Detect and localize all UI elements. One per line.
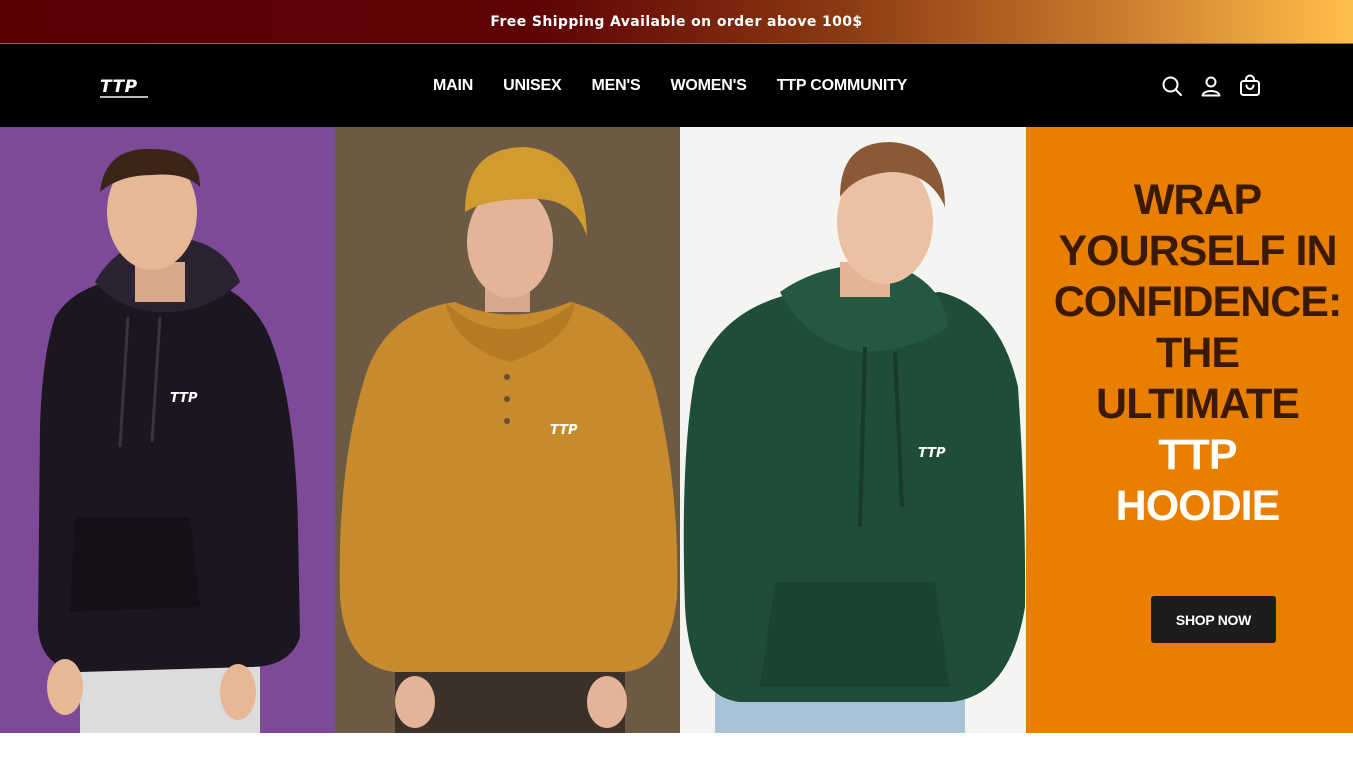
headline-line-5: ULTIMATE: [1096, 380, 1300, 428]
shop-now-button[interactable]: SHOP NOW: [1151, 596, 1276, 643]
hoodie-print-2: TTP: [550, 423, 578, 438]
header-actions: [1160, 74, 1262, 98]
headline-highlight-1: TTP: [1158, 431, 1237, 479]
hoodie-print-1: TTP: [170, 391, 198, 406]
nav-mens[interactable]: MEN'S: [591, 77, 640, 95]
account-icon[interactable]: [1199, 74, 1223, 98]
cart-icon[interactable]: [1238, 74, 1262, 98]
search-icon[interactable]: [1160, 74, 1184, 98]
hero-image-green-hoodie: TTP: [680, 127, 1026, 733]
headline-line-3: CONFIDENCE:: [1053, 278, 1343, 326]
hero-headline: WRAP YOURSELF IN CONFIDENCE: THE ULTIMAT…: [1026, 175, 1353, 532]
announcement-text: Free Shipping Available on order above 1…: [490, 13, 863, 30]
announcement-bar: Free Shipping Available on order above 1…: [0, 0, 1353, 44]
hero-banner: TTP TTP TTP WRAP YOURSELF IN CONFIDENCE:…: [0, 127, 1353, 733]
site-logo[interactable]: TTP: [100, 77, 148, 100]
headline-highlight-2: HOODIE: [1115, 482, 1281, 530]
nav-ttp-community[interactable]: TTP COMMUNITY: [777, 77, 908, 95]
hero-promo-panel: WRAP YOURSELF IN CONFIDENCE: THE ULTIMAT…: [1026, 127, 1353, 733]
hero-image-mustard-fleece: TTP: [335, 127, 680, 733]
nav-main[interactable]: MAIN: [433, 77, 473, 95]
hero-image-black-hoodie: TTP: [0, 127, 335, 733]
nav-womens[interactable]: WOMEN'S: [671, 77, 747, 95]
hoodie-print-3: TTP: [918, 446, 946, 461]
nav-unisex[interactable]: UNISEX: [503, 77, 562, 95]
headline-line-1: WRAP: [1133, 176, 1262, 224]
headline-line-2: YOURSELF IN: [1058, 227, 1337, 275]
logo-text: TTP: [100, 77, 138, 97]
site-header: TTP MAIN UNISEX MEN'S WOMEN'S TTP COMMUN…: [0, 44, 1353, 127]
main-nav: MAIN UNISEX MEN'S WOMEN'S TTP COMMUNITY: [433, 44, 907, 127]
headline-line-4: THE: [1156, 329, 1240, 377]
